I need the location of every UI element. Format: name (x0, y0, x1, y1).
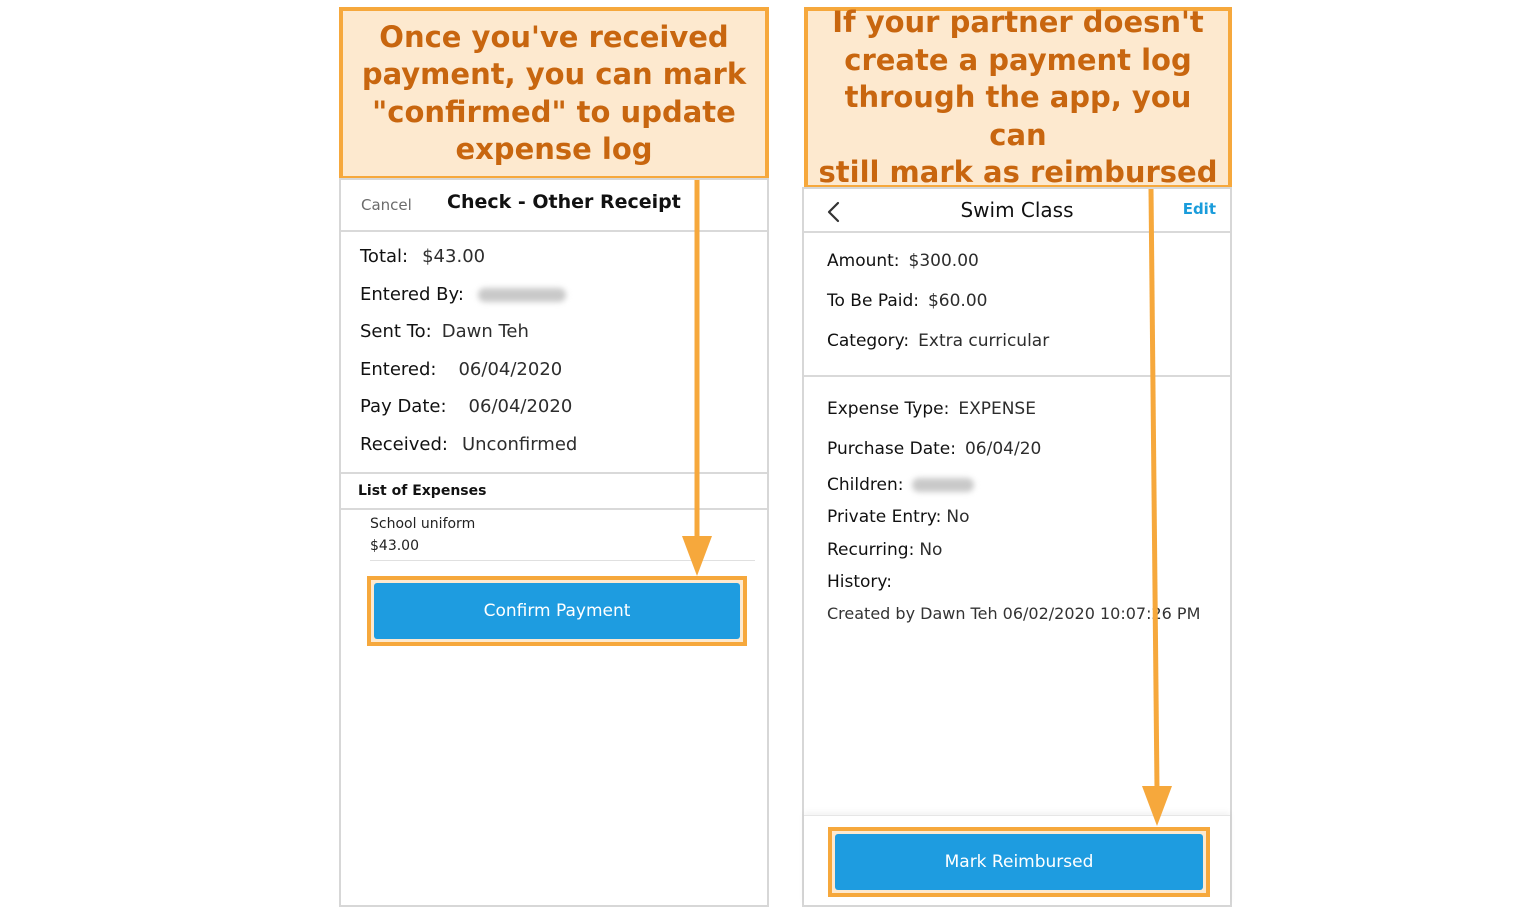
payment-receipt-screen: Cancel Check - Other Receipt Total: $43.0… (339, 178, 769, 907)
field-value: Extra curricular (918, 331, 1050, 351)
callout-line: If your partner doesn't (832, 5, 1204, 40)
field-label: Amount: (827, 251, 900, 271)
confirm-payment-button[interactable]: Confirm Payment (374, 583, 740, 639)
field-label: Expense Type: (827, 399, 950, 419)
field-label: Children: (827, 475, 904, 495)
mark-reimbursed-button[interactable]: Mark Reimbursed (835, 834, 1203, 890)
field-entered-by: Entered By: (360, 284, 566, 305)
cancel-button[interactable]: Cancel (361, 196, 412, 214)
field-expense-type: Expense Type: EXPENSE (827, 399, 1036, 419)
edit-button[interactable]: Edit (1183, 200, 1216, 218)
field-label: Pay Date: (360, 396, 447, 417)
field-label: Purchase Date: (827, 439, 956, 459)
field-label: Category: (827, 331, 910, 351)
field-value: Dawn Teh (441, 321, 529, 342)
field-value: $300.00 (908, 251, 979, 271)
field-entered: Entered: 06/04/2020 (360, 359, 562, 380)
field-total: Total: $43.00 (360, 246, 485, 267)
field-value: Unconfirmed (461, 434, 578, 455)
field-label: Entered: (360, 359, 437, 380)
navbar: Cancel Check - Other Receipt (341, 180, 767, 232)
divider (804, 375, 1230, 377)
field-value: $43.00 (422, 246, 486, 267)
field-value: 06/04/2020 (468, 396, 573, 417)
field-value: $60.00 (927, 291, 988, 311)
callout-reimburse-hint: If your partner doesn't create a payment… (804, 5, 1232, 189)
screen-title: Swim Class (960, 198, 1074, 222)
field-received: Received: Unconfirmed (360, 434, 577, 455)
field-pay-date: Pay Date: 06/04/2020 (360, 396, 572, 417)
field-recurring: Recurring: No (827, 540, 942, 560)
divider (370, 560, 755, 561)
field-category: Category: Extra curricular (827, 331, 1049, 351)
field-children: Children: (827, 475, 975, 495)
callout-line: "confirmed" to update (372, 94, 736, 129)
field-label: History: (827, 572, 892, 592)
screen-title: Check - Other Receipt (447, 191, 681, 213)
field-value: 06/04/20 (964, 439, 1042, 459)
callout-line: Once you've received (379, 19, 729, 54)
field-label: To Be Paid: (827, 291, 919, 311)
callout-line: create a payment log (844, 42, 1192, 77)
callout-line: through the app, you can (844, 80, 1192, 152)
field-sent-to: Sent To: Dawn Teh (360, 321, 529, 342)
field-history: History: (827, 572, 901, 592)
field-label: Recurring: (827, 540, 915, 560)
callout-line: payment, you can mark (361, 57, 747, 91)
field-label: Entered By: (360, 284, 464, 305)
expenses-heading: List of Expenses (358, 483, 487, 499)
divider (341, 472, 767, 474)
confirm-highlight: Confirm Payment (367, 576, 747, 646)
field-amount: Amount: $300.00 (827, 251, 979, 271)
field-value: No (946, 507, 970, 527)
field-value: EXPENSE (958, 399, 1036, 419)
callout-confirm-hint: Once you've received payment, you can ma… (339, 7, 769, 180)
expense-detail-screen: Swim Class Edit Amount: $300.00 To Be Pai… (802, 187, 1232, 907)
redacted-name (477, 288, 566, 302)
field-purchase-date: Purchase Date: 06/04/20 (827, 439, 1041, 459)
reimburse-highlight: Mark Reimbursed (828, 827, 1210, 897)
callout-line: expense log (455, 132, 653, 166)
field-label: Total: (360, 246, 409, 267)
redacted-name (912, 478, 975, 492)
expense-item-name[interactable]: School uniform (370, 516, 475, 532)
field-label: Private Entry: (827, 507, 942, 527)
field-value: 06/04/2020 (458, 359, 563, 380)
divider (341, 508, 767, 510)
field-label: Received: (360, 434, 448, 455)
field-label: Sent To: (360, 321, 432, 342)
field-value: No (919, 540, 943, 560)
navbar: Swim Class Edit (804, 189, 1230, 233)
history-entry: Created by Dawn Teh 06/02/2020 10:07:26 … (827, 604, 1201, 623)
field-to-be-paid: To Be Paid: $60.00 (827, 291, 987, 311)
field-private-entry: Private Entry: No (827, 507, 970, 527)
expense-item-amount: $43.00 (370, 538, 419, 554)
